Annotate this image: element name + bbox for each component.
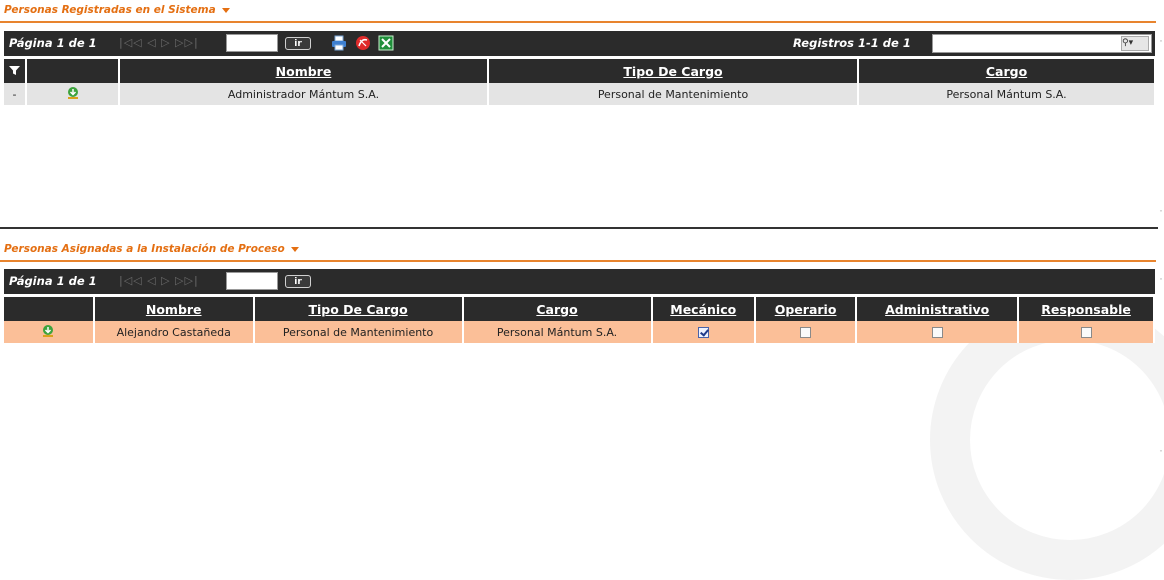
panel-divider (0, 227, 1158, 229)
cell-mecanico[interactable] (651, 321, 756, 343)
go-button[interactable]: ir (285, 37, 311, 50)
column-header-operario[interactable]: Operario (754, 297, 858, 321)
column-header-tipo-de-cargo[interactable]: Tipo De Cargo (253, 297, 464, 321)
search-button[interactable]: ⚲▾ (1121, 36, 1149, 51)
operario-checkbox[interactable] (800, 327, 812, 338)
download-icon (67, 86, 78, 99)
scroll-down-arrow[interactable]: ˇ (1158, 210, 1164, 218)
cell-administrativo[interactable] (856, 321, 1020, 343)
mecanico-checkbox[interactable] (697, 327, 709, 338)
table-header: Nombre Tipo De Cargo Cargo (4, 59, 1156, 83)
page-input[interactable] (226, 272, 278, 290)
column-header-cargo[interactable]: Cargo (462, 297, 653, 321)
cell-cargo: Personal Mántum S.A. (858, 83, 1156, 105)
column-header-administrativo[interactable]: Administrativo (856, 297, 1020, 321)
action-header (26, 59, 120, 83)
column-header-cargo[interactable]: Cargo (858, 59, 1156, 83)
table-row[interactable]: Alejandro Castañeda Personal de Mantenim… (4, 321, 1155, 343)
chevron-down-icon (221, 7, 230, 13)
cell-tipo-de-cargo: Personal de Mantenimiento (488, 83, 859, 105)
table-row[interactable]: - Administrador Mántum S.A. Personal de … (4, 83, 1156, 105)
pager-nav[interactable]: |◁◁ ◁ ▷ ▷▷| (119, 274, 199, 287)
cell-tipo-de-cargo: Personal de Mantenimiento (253, 321, 464, 343)
column-header-responsable[interactable]: Responsable (1018, 297, 1155, 321)
filter-icon (9, 65, 20, 75)
pager-nav[interactable]: |◁◁ ◁ ▷ ▷▷| (119, 36, 199, 49)
column-header-nombre[interactable]: Nombre (119, 59, 489, 83)
scroll-down-arrow[interactable]: ˇ (1158, 450, 1164, 458)
top-panel-title-text: Personas Registradas en el Sistema (4, 4, 216, 16)
print-icon[interactable] (331, 35, 347, 51)
column-header-nombre[interactable]: Nombre (93, 297, 255, 321)
table-header: Nombre Tipo De Cargo Cargo Mecánico Oper… (4, 297, 1155, 321)
page-input[interactable] (226, 34, 278, 52)
excel-icon[interactable] (378, 35, 394, 51)
top-panel-underline (0, 21, 1156, 23)
administrativo-checkbox[interactable] (931, 327, 943, 338)
chevron-down-icon (290, 246, 299, 252)
chevron-down-icon: ▾ (1128, 38, 1134, 48)
pdf-icon[interactable] (355, 35, 371, 51)
page-indicator: Página 1 de 1 (9, 274, 97, 288)
bottom-panel-title[interactable]: Personas Asignadas a la Instalación de P… (4, 243, 299, 255)
records-count: Registros 1-1 de 1 (793, 36, 911, 50)
go-button[interactable]: ir (285, 275, 311, 288)
bottom-toolbar: Página 1 de 1 |◁◁ ◁ ▷ ▷▷| ir (4, 269, 1155, 294)
cell-cargo: Personal Mántum S.A. (462, 321, 653, 343)
column-header-tipo-de-cargo[interactable]: Tipo De Cargo (488, 59, 859, 83)
bottom-panel-underline (0, 260, 1156, 262)
cell-operario[interactable] (754, 321, 858, 343)
download-icon (43, 324, 54, 337)
cell-nombre: Alejandro Castañeda (93, 321, 255, 343)
column-header-mecanico[interactable]: Mecánico (651, 297, 756, 321)
top-toolbar: Página 1 de 1 |◁◁ ◁ ▷ ▷▷| ir Registros 1… (4, 31, 1155, 56)
assigned-persons-table: Nombre Tipo De Cargo Cargo Mecánico Oper… (4, 297, 1155, 343)
registered-persons-table: Nombre Tipo De Cargo Cargo - Administrad… (4, 59, 1156, 105)
search-input[interactable]: ⚲▾ (932, 34, 1152, 53)
row-action[interactable] (4, 321, 95, 343)
search-icon: ⚲ (1122, 38, 1129, 48)
responsable-checkbox[interactable] (1080, 327, 1092, 338)
action-header (4, 297, 95, 321)
scroll-up-arrow[interactable]: ˆ (1158, 278, 1164, 286)
page-indicator: Página 1 de 1 (9, 36, 97, 50)
bottom-panel-title-text: Personas Asignadas a la Instalación de P… (4, 243, 285, 255)
cell-nombre: Administrador Mántum S.A. (119, 83, 489, 105)
row-marker: - (4, 83, 27, 105)
row-action[interactable] (26, 83, 120, 105)
cell-responsable[interactable] (1018, 321, 1155, 343)
top-panel-title[interactable]: Personas Registradas en el Sistema (4, 4, 230, 16)
scroll-up-arrow[interactable]: ˆ (1158, 40, 1164, 48)
filter-header[interactable] (4, 59, 27, 83)
